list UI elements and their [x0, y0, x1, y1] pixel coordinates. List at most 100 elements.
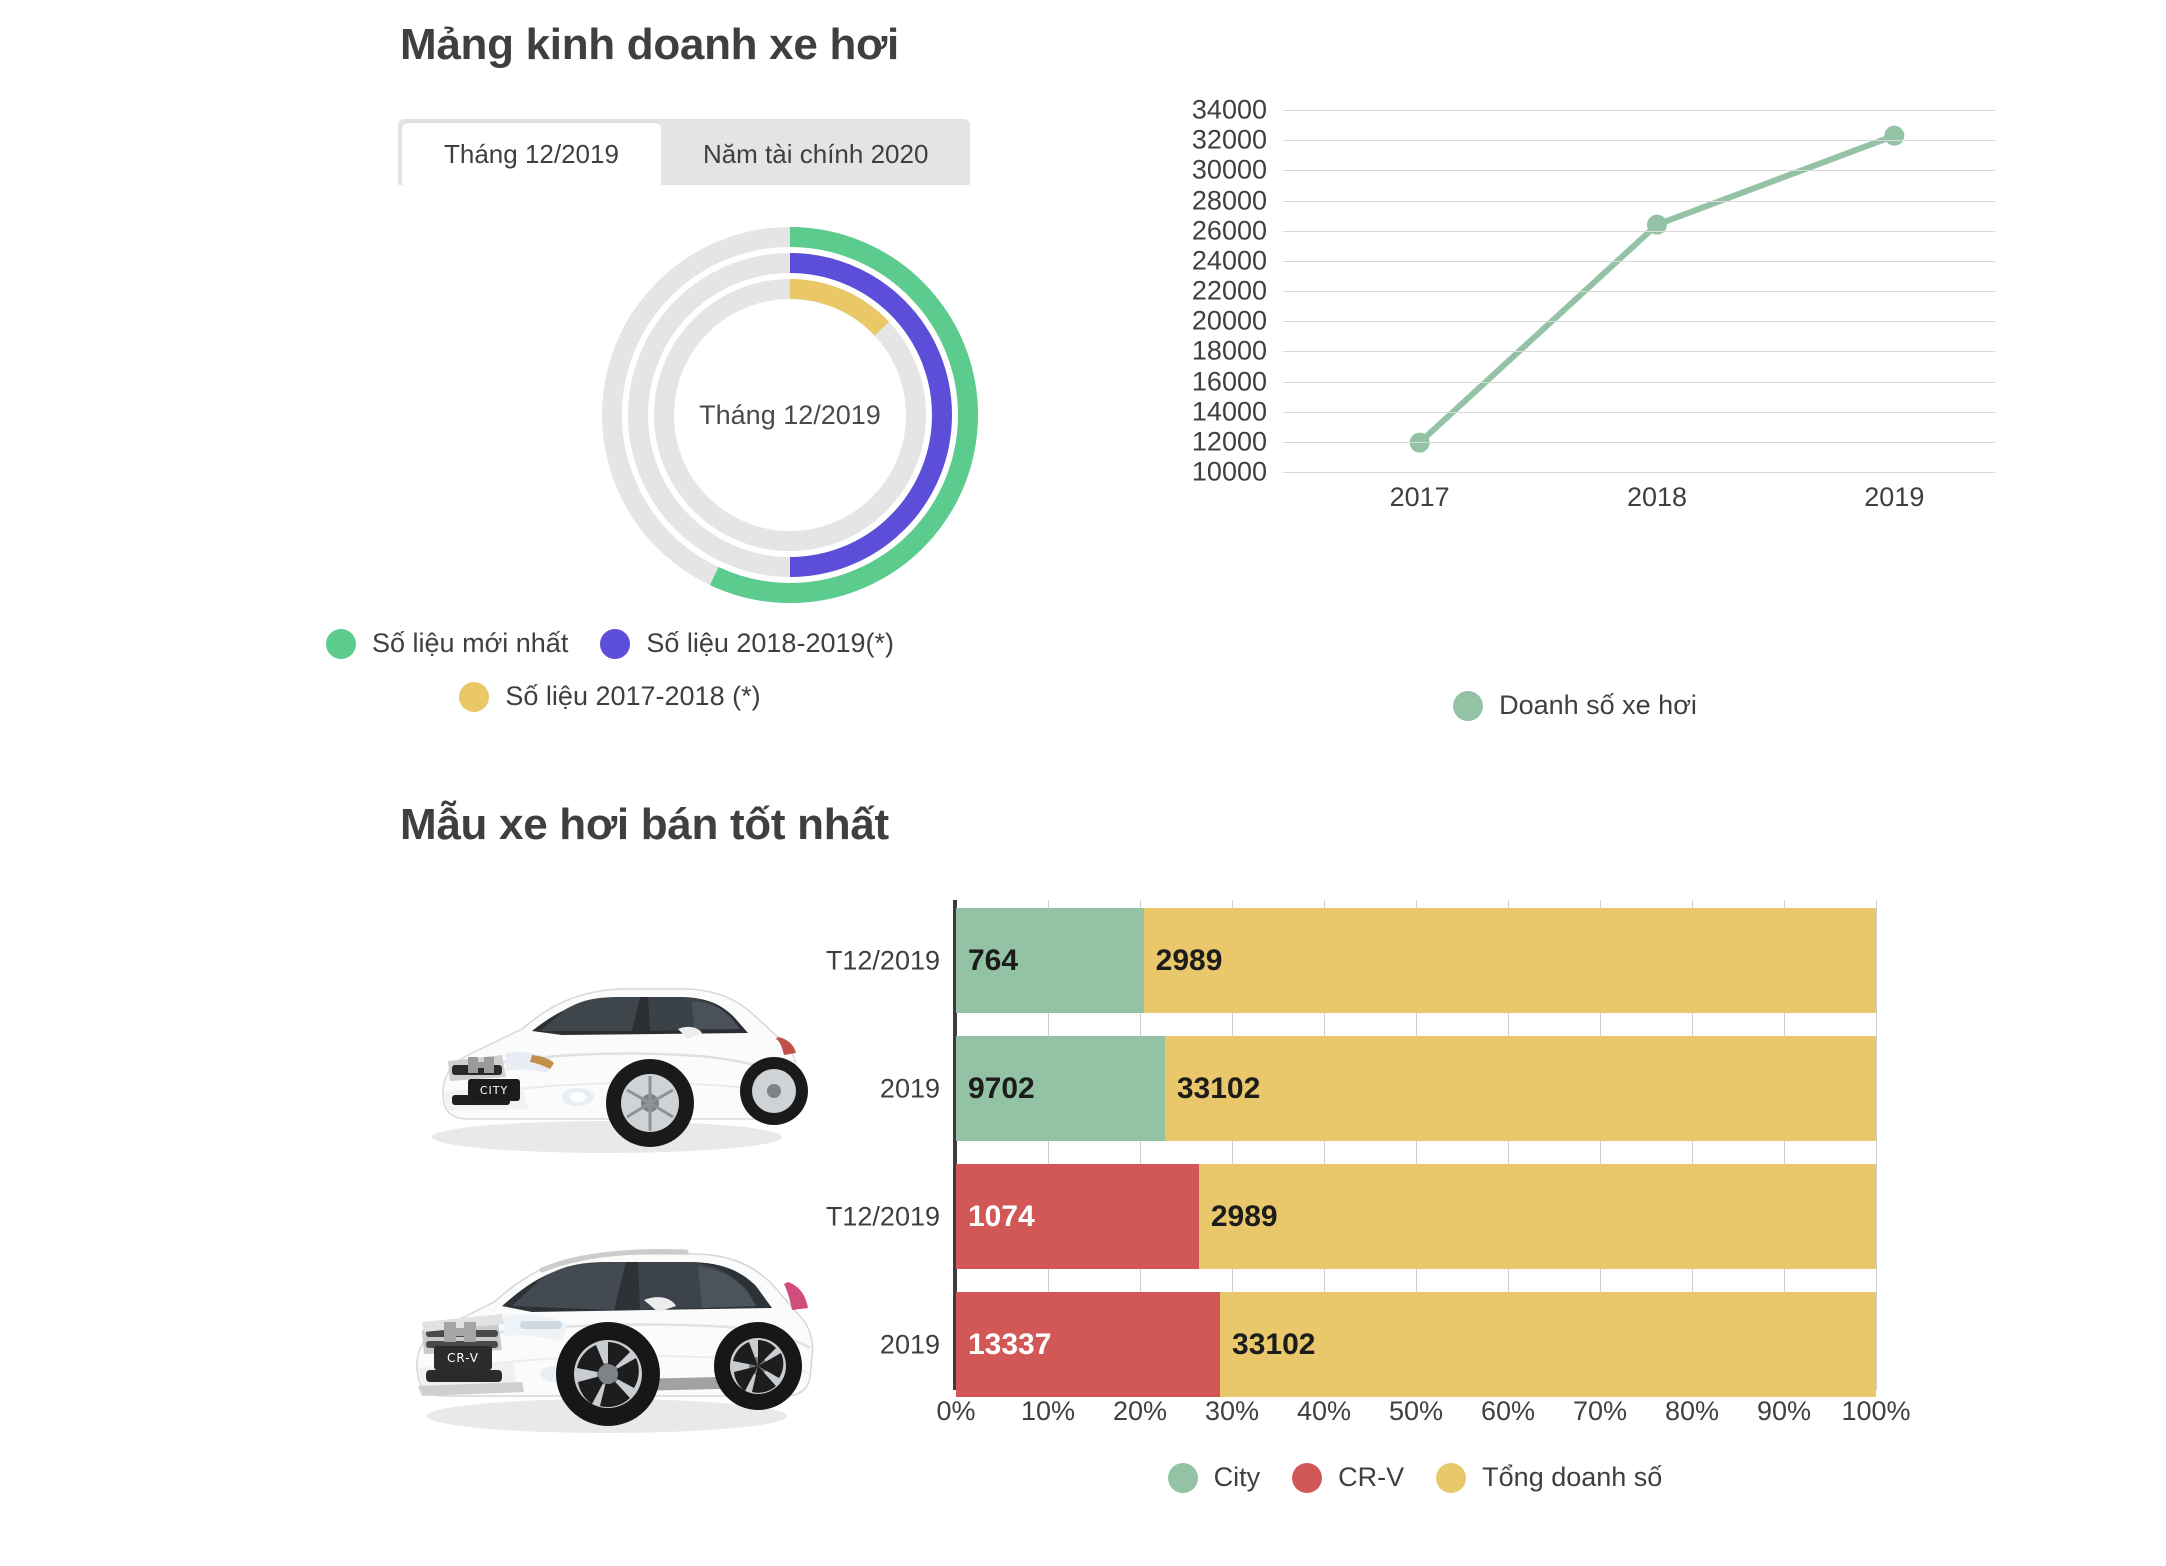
line-chart-y-tick-label: 26000 [1191, 215, 1267, 246]
page-title-best-selling-models: Mẫu xe hơi bán tốt nhất [400, 800, 889, 849]
radial-gauge-chart: Tháng 12/2019 [590, 215, 990, 615]
legend-dot-purple [600, 628, 631, 659]
line-chart-gridline [1283, 442, 1995, 443]
tab-nam-tai-chinh-2020[interactable]: Năm tài chính 2020 [660, 123, 971, 185]
line-chart-y-tick-label: 20000 [1191, 305, 1267, 336]
legend-item-so-lieu-moi-nhat[interactable]: Số liệu mới nhất [326, 628, 568, 659]
line-chart-x-tick-label: 2017 [1389, 482, 1450, 512]
bar-chart-x-tick-label: 50% [1388, 1396, 1444, 1426]
legend-label: CR-V [1338, 1462, 1405, 1492]
legend-item-city[interactable]: City [1167, 1462, 1261, 1493]
line-chart-gridline [1283, 140, 1995, 141]
legend-dot-line-green [1453, 690, 1484, 721]
legend-label: Số liệu mới nhất [372, 628, 569, 658]
legend-item-so-lieu-2018-2019[interactable]: Số liệu 2018-2019(*) [600, 628, 894, 659]
bar-chart-segment[interactable]: 1074 [956, 1164, 1199, 1269]
line-chart-plot-area [1283, 110, 1995, 473]
line-chart-x-axis: 2017 2018 2019 [1283, 482, 1995, 522]
legend-dot-total-yellow [1436, 1462, 1467, 1493]
legend-item-doanh-so-xe-hoi[interactable]: Doanh số xe hơi [1453, 690, 1697, 721]
legend-label: Số liệu 2017-2018 (*) [505, 681, 761, 711]
bar-chart-segment[interactable]: 2989 [1198, 1164, 1876, 1269]
bar-chart-segment[interactable]: 33102 [1220, 1292, 1876, 1397]
bar-chart-row-labels: T12/2019 2019 T12/2019 2019 [820, 900, 948, 1390]
bar-chart-segment[interactable]: 2989 [1143, 908, 1876, 1013]
bar-chart-row[interactable]: 9702 33102 [956, 1036, 1876, 1141]
line-chart-legend: Doanh số xe hơi [1155, 690, 1995, 721]
bar-chart-row-label: T12/2019 [825, 1201, 940, 1231]
line-chart-y-axis: 34000 32000 30000 28000 26000 24000 22000 20000… [1155, 95, 1273, 487]
line-chart-y-tick-label: 30000 [1191, 154, 1267, 185]
bar-chart-plot-area: 764 2989 9702 33102 1074 2989 13337 33102 [953, 900, 1877, 1397]
svg-text:CITY: CITY [480, 1084, 508, 1097]
tab-label: Tháng 12/2019 [444, 138, 619, 169]
bar-chart-x-tick-label: 40% [1296, 1396, 1352, 1426]
line-chart-gridline [1283, 382, 1995, 383]
bar-chart-segment[interactable]: 33102 [1164, 1036, 1876, 1141]
line-chart-data-point[interactable] [1884, 125, 1905, 146]
line-chart-gridline [1283, 351, 1995, 352]
legend-dot-city-green [1167, 1462, 1198, 1493]
legend-dot-green [326, 628, 357, 659]
legend-label: Số liệu 2018-2019(*) [646, 628, 894, 658]
bar-chart-segment[interactable]: 9702 [956, 1036, 1165, 1141]
bar-chart-x-tick-label: 60% [1480, 1396, 1536, 1426]
legend-label: Tổng doanh số [1482, 1462, 1663, 1492]
bar-chart-row[interactable]: 764 2989 [956, 908, 1876, 1013]
legend-label: Doanh số xe hơi [1499, 690, 1697, 720]
bar-chart-segment[interactable]: 13337 [956, 1292, 1221, 1397]
bar-chart-legend: City CR-V Tổng doanh số [820, 1462, 2010, 1493]
honda-crv-illustration: CR-V [416, 1249, 814, 1433]
page-title-car-business: Mảng kinh doanh xe hơi [400, 20, 899, 69]
legend-item-so-lieu-2017-2018[interactable]: Số liệu 2017-2018 (*) [459, 681, 761, 712]
dashboard-page: Mảng kinh doanh xe hơi Tháng 12/2019 Năm… [0, 0, 2166, 1566]
tab-thang-12-2019[interactable]: Tháng 12/2019 [402, 123, 661, 185]
bar-chart-segment[interactable]: 764 [956, 908, 1144, 1013]
line-chart-y-tick-label: 24000 [1191, 245, 1267, 276]
bar-chart-row[interactable]: 1074 2989 [956, 1164, 1876, 1269]
bar-chart-row-label: T12/2019 [825, 945, 940, 975]
line-chart-y-tick-label: 16000 [1191, 366, 1267, 396]
sales-line-chart: 34000 32000 30000 28000 26000 24000 22000 20000… [1155, 95, 1995, 512]
line-chart-gridline [1283, 291, 1995, 292]
line-chart-x-tick-label: 2018 [1626, 482, 1688, 512]
tab-label: Năm tài chính 2020 [702, 138, 929, 169]
legend-label: City [1213, 1462, 1261, 1492]
line-chart-y-tick-label: 18000 [1191, 335, 1267, 366]
bar-chart-row[interactable]: 13337 33102 [956, 1292, 1876, 1397]
line-chart-y-tick-label: 22000 [1191, 275, 1267, 306]
bar-chart-x-axis: 0% 10% 20% 30% 40% 50% 60% 70% 80% 90% 100% [936, 1396, 1910, 1442]
bar-chart-row-label: 2019 [879, 1329, 940, 1359]
line-chart-y-tick-label: 28000 [1191, 185, 1267, 215]
svg-text:CR-V: CR-V [447, 1351, 479, 1365]
line-chart-gridline [1283, 170, 1995, 171]
honda-crv-photo: CR-V [382, 1190, 822, 1455]
line-chart-y-tick-label: 10000 [1191, 456, 1267, 487]
best-selling-bar-chart: T12/2019 2019 T12/2019 2019 764 2989 9702 3310… [820, 900, 2010, 1460]
legend-item-crv[interactable]: CR-V [1292, 1462, 1404, 1493]
honda-city-illustration: CITY [432, 988, 808, 1153]
bar-chart-x-tick-label: 0% [936, 1396, 976, 1426]
honda-city-photo: CITY [382, 905, 822, 1185]
legend-dot-yellow [459, 681, 490, 712]
line-chart-y-tick-label: 34000 [1191, 94, 1267, 125]
bar-chart-x-tick-label: 10% [1020, 1396, 1076, 1426]
period-tabs: Tháng 12/2019 Năm tài chính 2020 [398, 119, 971, 185]
bar-chart-x-tick-label: 80% [1664, 1396, 1720, 1426]
line-chart-y-tick-label: 14000 [1191, 396, 1267, 427]
bar-chart-gridline [1876, 900, 1877, 1390]
line-chart-gridline [1283, 231, 1995, 232]
line-chart-y-tick-label: 32000 [1191, 124, 1267, 155]
bar-chart-x-tick-label: 70% [1572, 1396, 1628, 1426]
legend-dot-crv-red [1292, 1462, 1323, 1493]
legend-item-tong-doanh-so[interactable]: Tổng doanh số [1436, 1462, 1662, 1493]
bar-chart-x-tick-label: 30% [1204, 1396, 1260, 1426]
line-chart-gridline [1283, 110, 1995, 111]
bar-chart-x-tick-label: 20% [1112, 1396, 1168, 1426]
line-chart-gridline [1283, 201, 1995, 202]
line-chart-y-tick-label: 12000 [1191, 426, 1267, 457]
bar-chart-x-tick-label: 90% [1756, 1396, 1812, 1426]
gauge-legend-row-2: Số liệu 2017-2018 (*) [330, 681, 890, 712]
line-chart-gridline [1283, 261, 1995, 262]
line-chart-gridline [1283, 412, 1995, 413]
